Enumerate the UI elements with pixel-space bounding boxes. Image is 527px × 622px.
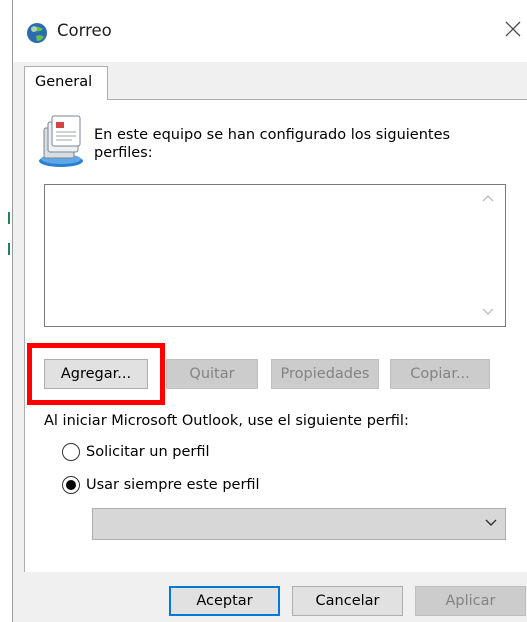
apply-button[interactable]: Aplicar: [415, 586, 526, 616]
radio-checked-icon[interactable]: [62, 476, 80, 494]
mail-profiles-icon: [39, 115, 83, 167]
window-edge-marker: [8, 243, 10, 255]
cancel-button[interactable]: Cancelar: [292, 586, 403, 616]
radio-prompt-profile-label: Solicitar un perfil: [86, 444, 210, 460]
profiles-list[interactable]: [44, 184, 506, 327]
add-button[interactable]: Agregar...: [44, 359, 148, 389]
radio-prompt-profile[interactable]: Solicitar un perfil: [62, 441, 210, 463]
properties-button[interactable]: Propiedades: [271, 359, 379, 389]
radio-always-use-profile[interactable]: Usar siempre este perfil: [62, 474, 260, 496]
tab-general[interactable]: General: [24, 66, 108, 100]
window-edge-marker: [8, 212, 10, 224]
radio-always-use-profile-label: Usar siempre este perfil: [86, 477, 260, 493]
remove-button[interactable]: Quitar: [166, 359, 258, 389]
startup-profile-label: Al iniciar Microsoft Outlook, use el sig…: [44, 413, 409, 429]
chevron-down-icon[interactable]: [484, 517, 498, 529]
scroll-down-icon[interactable]: [481, 307, 495, 317]
copy-button[interactable]: Copiar...: [390, 359, 490, 389]
window-title: Correo: [57, 21, 112, 40]
radio-unchecked-icon[interactable]: [62, 443, 80, 461]
scroll-up-icon[interactable]: [481, 193, 495, 203]
outlook-mail-globe-icon: [27, 23, 47, 43]
ok-button[interactable]: Aceptar: [169, 586, 280, 616]
tab-panel-general: [24, 99, 527, 572]
profile-select[interactable]: [92, 508, 506, 540]
close-icon[interactable]: [503, 19, 523, 39]
profiles-info-text: En este equipo se han configurado los si…: [94, 127, 451, 161]
